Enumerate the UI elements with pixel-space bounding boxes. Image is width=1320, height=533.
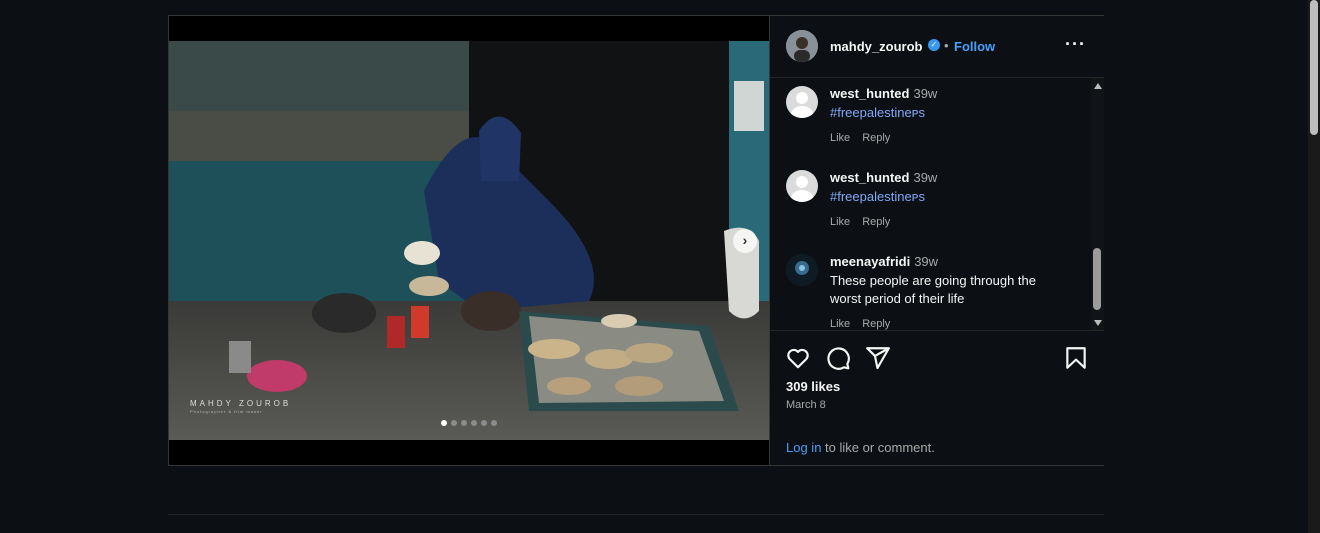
verified-badge-icon: ✓ <box>928 39 940 51</box>
login-link[interactable]: Log in <box>786 440 821 455</box>
default-avatar-icon[interactable] <box>786 170 818 202</box>
post-media: MAHDY ZOUROB Photographer & film maker › <box>169 16 769 465</box>
comment-reply-button[interactable]: Reply <box>862 132 890 144</box>
comment-hashtag[interactable]: #freepalestineᴘs <box>830 104 1070 122</box>
chevron-right-icon: › <box>742 232 748 248</box>
likes-count[interactable]: 309 likes <box>786 379 840 394</box>
comment-username[interactable]: meenayafridi 39w <box>830 254 938 269</box>
share-icon[interactable] <box>865 345 891 371</box>
photo-illustration <box>169 41 769 440</box>
comment-like-button[interactable]: Like <box>830 216 850 228</box>
comment-reply-button[interactable]: Reply <box>862 216 890 228</box>
page-scrollbar-thumb[interactable] <box>1310 0 1318 135</box>
comment-like-button[interactable]: Like <box>830 318 850 330</box>
post-card: MAHDY ZOUROB Photographer & film maker › <box>168 15 1104 466</box>
photo-watermark: MAHDY ZOUROB Photographer & film maker <box>190 399 291 414</box>
scroll-down-arrow-icon[interactable] <box>1094 320 1102 326</box>
login-prompt: Log in to like or comment. <box>786 440 935 455</box>
comment-username[interactable]: west_hunted 39w <box>830 170 937 185</box>
commenter-avatar[interactable] <box>786 254 818 286</box>
carousel-dot <box>491 420 497 426</box>
comment-username[interactable]: west_hunted 39w <box>830 86 937 101</box>
scrollbar-thumb[interactable] <box>1093 248 1101 310</box>
scroll-up-arrow-icon[interactable] <box>1094 83 1102 89</box>
author-avatar[interactable] <box>786 30 818 62</box>
comment-reply-button[interactable]: Reply <box>862 318 890 330</box>
author-username[interactable]: mahdy_zourob <box>830 39 922 54</box>
carousel-next-button[interactable]: › <box>733 229 757 253</box>
carousel-dot <box>471 420 477 426</box>
comment-time: 39w <box>913 170 938 185</box>
carousel-dot <box>451 420 457 426</box>
post-date[interactable]: March 8 <box>786 399 826 411</box>
carousel-dot <box>441 420 447 426</box>
post-sidebar: mahdy_zourob ✓ • Follow ··· west_hunted 3… <box>769 16 1104 465</box>
comments-list: west_hunted 39w #freepalestineᴘs Like Rep… <box>770 78 1104 330</box>
separator-dot: • <box>944 38 949 53</box>
comment-actions: Like Reply <box>830 216 890 228</box>
comment-actions: Like Reply <box>830 132 890 144</box>
commenter-avatar-image <box>786 254 818 286</box>
comment-actions: Like Reply <box>830 318 890 330</box>
watermark-title: MAHDY ZOUROB <box>190 399 292 408</box>
comment-like-button[interactable]: Like <box>830 132 850 144</box>
more-options-icon[interactable]: ··· <box>1065 34 1086 55</box>
comments-scrollbar[interactable] <box>1091 78 1104 330</box>
section-divider <box>168 514 1104 515</box>
heart-icon[interactable] <box>785 345 811 371</box>
post-header: mahdy_zourob ✓ • Follow ··· <box>770 16 1104 78</box>
follow-button[interactable]: Follow <box>954 39 995 54</box>
carousel-dot <box>481 420 487 426</box>
watermark-subtitle: Photographer & film maker <box>190 409 263 414</box>
carousel-dot <box>461 420 467 426</box>
comment-hashtag[interactable]: #freepalestineᴘs <box>830 188 1070 206</box>
page-scrollbar[interactable] <box>1308 0 1320 533</box>
carousel-dots <box>441 420 497 426</box>
login-prompt-text: to like or comment. <box>821 440 935 455</box>
comment-icon[interactable] <box>825 345 851 371</box>
default-avatar-icon[interactable] <box>786 86 818 118</box>
bookmark-icon[interactable] <box>1063 345 1089 371</box>
comment-text: These people are going through the worst… <box>830 273 1036 306</box>
comment-time: 39w <box>914 254 939 269</box>
post-photo[interactable]: MAHDY ZOUROB Photographer & film maker <box>169 41 769 440</box>
post-actions: 309 likes March 8 <box>770 330 1104 411</box>
author-avatar-image <box>786 30 818 62</box>
comment-time: 39w <box>913 86 938 101</box>
